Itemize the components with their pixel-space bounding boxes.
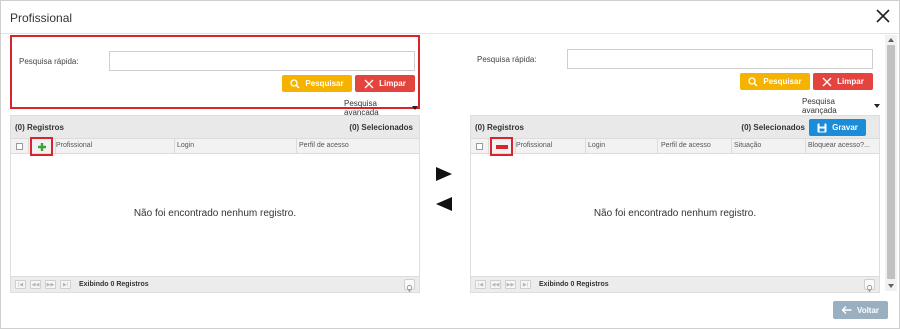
search-icon: [290, 78, 300, 89]
column-header-profissional[interactable]: Profissional: [516, 142, 552, 149]
empty-message: Não foi encontrado nenhum registro.: [133, 208, 297, 219]
empty-message: Não foi encontrado nenhum registro.: [593, 208, 757, 219]
save-button[interactable]: Gravar: [809, 119, 866, 136]
column-header-login[interactable]: Login: [177, 142, 194, 149]
scroll-up-icon[interactable]: [888, 38, 894, 42]
next-page-button[interactable]: ▶▶: [45, 280, 56, 289]
column-header-row: Profissional Login Perfil de acesso: [11, 137, 419, 156]
records-count: (0) Registros: [15, 123, 64, 132]
clear-button-label: Limpar: [379, 79, 406, 88]
grid-header: (0) Registros (0) Selecionados Gravar: [471, 116, 879, 138]
first-page-button[interactable]: |◀: [15, 280, 26, 289]
quick-search-input[interactable]: [567, 49, 873, 69]
select-all-checkbox[interactable]: [476, 143, 483, 150]
search-button[interactable]: Pesquisar: [282, 75, 352, 92]
selected-grid: (0) Registros (0) Selecionados Gravar Pr…: [470, 115, 880, 293]
quick-search-box: Pesquisa rápida: Pesquisar Limpar Pesqui…: [470, 35, 880, 115]
quick-search-box: Pesquisa rápida: Pesquisar Limpar Pesqui…: [10, 35, 420, 117]
quick-search-label: Pesquisa rápida:: [19, 57, 79, 66]
grid-footer: |◀ ◀◀ ▶▶ ▶| Exibindo 0 Registros: [11, 276, 419, 292]
search-button[interactable]: Pesquisar: [740, 73, 810, 90]
search-icon: [748, 76, 758, 87]
back-button-label: Voltar: [856, 305, 880, 315]
x-icon: [822, 77, 832, 86]
prev-page-button[interactable]: ◀◀: [490, 280, 501, 289]
lightbulb-icon[interactable]: [404, 279, 415, 292]
arrow-right-icon[interactable]: [435, 166, 453, 182]
caret-down-icon: [874, 104, 880, 108]
lightbulb-icon[interactable]: [864, 279, 875, 292]
arrow-left-icon[interactable]: [435, 196, 453, 212]
grid-footer: |◀ ◀◀ ▶▶ ▶| Exibindo 0 Registros: [471, 276, 879, 292]
window-title: Profissional: [10, 11, 73, 25]
available-grid: (0) Registros (0) Selecionados Profissio…: [10, 115, 420, 293]
search-button-label: Pesquisar: [305, 79, 344, 88]
back-button[interactable]: Voltar: [833, 301, 888, 319]
last-page-button[interactable]: ▶|: [60, 280, 71, 289]
first-page-button[interactable]: |◀: [475, 280, 486, 289]
column-header-bloquear-acesso[interactable]: Bloquear acesso?...: [808, 142, 870, 149]
select-all-checkbox[interactable]: [16, 143, 23, 150]
clear-button-label: Limpar: [837, 77, 864, 86]
next-page-button[interactable]: ▶▶: [505, 280, 516, 289]
column-header-login[interactable]: Login: [588, 142, 605, 149]
quick-search-label: Pesquisa rápida:: [477, 55, 537, 64]
caret-down-icon: [412, 106, 418, 110]
floppy-icon: [817, 123, 827, 132]
showing-records-text: Exibindo 0 Registros: [539, 281, 609, 288]
clear-button[interactable]: Limpar: [355, 75, 415, 92]
remove-button[interactable]: [490, 137, 513, 156]
prev-page-button[interactable]: ◀◀: [30, 280, 41, 289]
scroll-down-icon[interactable]: [888, 284, 894, 288]
advanced-search-label: Pesquisa avançada: [802, 97, 837, 115]
selected-panel: Pesquisa rápida: Pesquisar Limpar Pesqui…: [470, 35, 880, 293]
plus-icon: [37, 142, 46, 151]
selected-count: (0) Selecionados: [741, 123, 805, 132]
save-button-label: Gravar: [832, 123, 858, 132]
last-page-button[interactable]: ▶|: [520, 280, 531, 289]
column-header-situacao[interactable]: Situação: [734, 142, 761, 149]
column-header-profissional[interactable]: Profissional: [56, 142, 92, 149]
x-icon: [364, 79, 374, 88]
selected-count: (0) Selecionados: [349, 123, 413, 132]
quick-search-input[interactable]: [109, 51, 415, 71]
clear-button[interactable]: Limpar: [813, 73, 873, 90]
arrow-back-icon: [841, 306, 852, 314]
column-header-perfil[interactable]: Perfil de acesso: [661, 142, 711, 149]
column-header-row: Profissional Login Perfil de acesso Situ…: [471, 137, 879, 156]
showing-records-text: Exibindo 0 Registros: [79, 281, 149, 288]
title-bar: Profissional: [1, 1, 899, 34]
records-count: (0) Registros: [475, 123, 524, 132]
scrollbar-thumb[interactable]: [887, 45, 895, 279]
advanced-search-toggle[interactable]: Pesquisa avançada: [802, 97, 880, 115]
dialog-window: Profissional Pesquisa rápida: Pesquisar …: [0, 0, 900, 329]
available-panel: Pesquisa rápida: Pesquisar Limpar Pesqui…: [10, 35, 420, 293]
close-icon[interactable]: [875, 8, 891, 24]
add-button[interactable]: [30, 137, 53, 156]
minus-icon: [495, 144, 508, 149]
column-header-perfil[interactable]: Perfil de acesso: [299, 142, 349, 149]
search-button-label: Pesquisar: [763, 77, 802, 86]
grid-header: (0) Registros (0) Selecionados: [11, 116, 419, 138]
